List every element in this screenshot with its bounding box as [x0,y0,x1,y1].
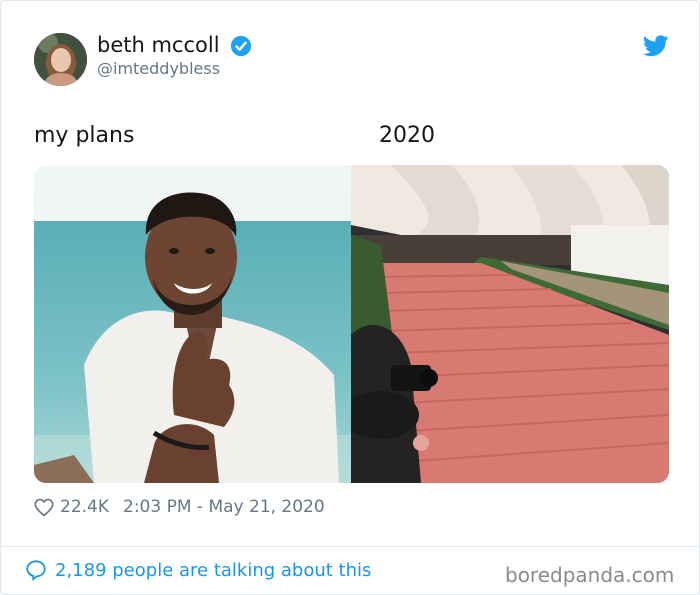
divider [1,546,699,547]
talking-count-text[interactable]: 2,189 people are talking about this [55,560,371,581]
caption-my-plans: my plans [34,123,135,148]
photo-man-beach[interactable] [34,165,351,483]
caption-2020: 2020 [379,123,435,148]
user-handle[interactable]: @imteddybless [97,59,220,78]
watermark: boredpanda.com [505,563,675,587]
twitter-bird-icon[interactable] [643,35,669,57]
tweet-card: beth mccoll @imteddybless my plans 2020 [0,0,700,595]
display-name[interactable]: beth mccoll [97,33,220,57]
heart-icon[interactable] [34,498,54,517]
speech-bubble-icon [26,560,46,581]
timestamp[interactable]: 2:03 PM - May 21, 2020 [123,497,325,517]
verified-badge-icon [230,35,252,57]
like-count[interactable]: 22.4K [60,497,109,517]
tweet-meta: 22.4K 2:03 PM - May 21, 2020 [34,497,325,517]
avatar[interactable] [34,33,87,86]
conversation-link[interactable]: 2,189 people are talking about this [25,559,371,581]
photo-red-carpet[interactable] [351,165,669,483]
